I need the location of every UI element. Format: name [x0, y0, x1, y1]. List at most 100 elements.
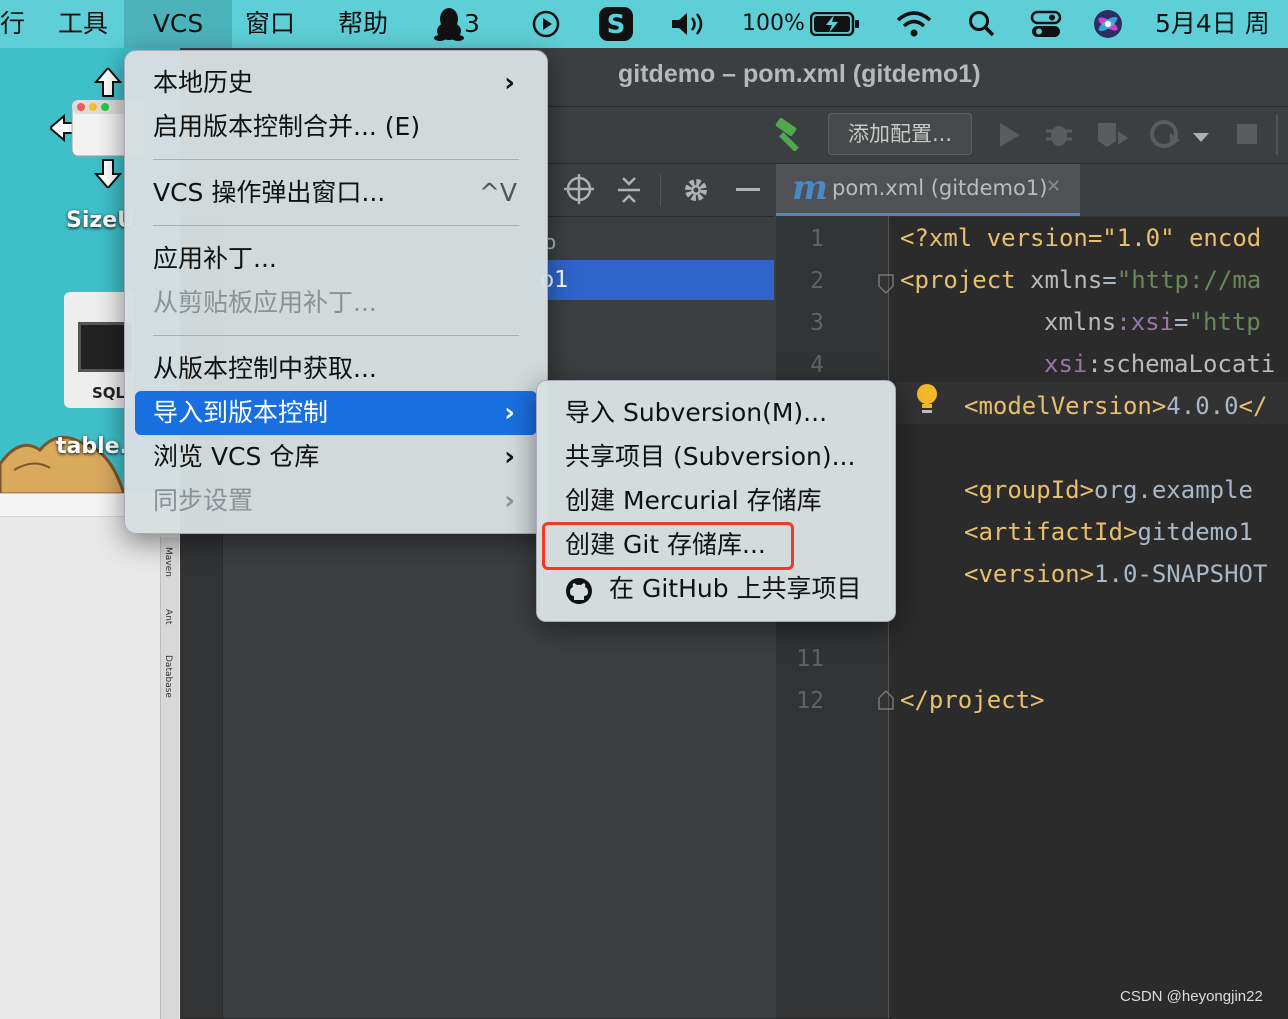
- code-value: gitdemo1: [1137, 518, 1253, 546]
- lightbulb-icon[interactable]: [914, 382, 940, 420]
- tool-tab-ant[interactable]: Ant: [163, 609, 173, 624]
- qq-badge-count: 3: [464, 9, 480, 38]
- menu-item-apply-patch-clipboard[interactable]: 从剪贴板应用补丁...: [135, 281, 537, 325]
- profile-icon[interactable]: [1150, 119, 1186, 153]
- run-icon[interactable]: [998, 121, 1022, 153]
- header-divider: [660, 174, 661, 206]
- code-line-7[interactable]: <groupId>org.example: [964, 476, 1253, 504]
- coverage-icon[interactable]: [1094, 119, 1130, 153]
- qq-icon[interactable]: [434, 7, 464, 47]
- menu-item-label: 导入到版本控制: [153, 398, 329, 427]
- menu-item-label: 同步设置: [153, 486, 254, 515]
- menu-item-import-into-vcs[interactable]: 导入到版本控制 ›: [135, 391, 537, 435]
- right-tool-strip: Maven Ant Database: [160, 537, 179, 1019]
- menu-item-local-history[interactable]: 本地历史 ›: [135, 61, 537, 105]
- code-line-1[interactable]: <?xml version="1.0" encod: [900, 224, 1261, 252]
- code-line-8[interactable]: <artifactId>gitdemo1: [964, 518, 1253, 546]
- menu-vcs[interactable]: VCS: [124, 0, 232, 48]
- chevron-down-icon[interactable]: [1192, 129, 1210, 148]
- code-value: org.example: [1094, 476, 1253, 504]
- menu-item-get-from-vcs[interactable]: 从版本控制中获取...: [135, 347, 537, 391]
- vcs-menu: 本地历史 › 启用版本控制合并... (E) VCS 操作弹出窗口... ^V …: [124, 50, 548, 534]
- import-into-vcs-submenu: 导入 Subversion(M)... 共享项目 (Subversion)...…: [536, 380, 896, 622]
- submenu-item-create-mercurial[interactable]: 创建 Mercurial 存储库: [547, 479, 885, 523]
- menu-separator: [153, 335, 519, 336]
- code-attr: :schemaLocati: [1087, 350, 1276, 378]
- sql-file-badge: SQL: [92, 384, 126, 402]
- code-tag: <artifactId>: [964, 518, 1138, 546]
- menu-item-sync-settings[interactable]: 同步设置 ›: [135, 479, 537, 523]
- chevron-right-icon: ›: [504, 442, 515, 472]
- line-number: 11: [796, 646, 824, 672]
- menu-item-label: 在 GitHub 上共享项目: [609, 574, 862, 603]
- menu-item-label: 共享项目 (Subversion)...: [565, 442, 856, 471]
- code-attr: xmlns: [1044, 308, 1117, 336]
- submenu-item-share-subversion[interactable]: 共享项目 (Subversion)...: [547, 435, 885, 479]
- menubar-datetime[interactable]: 5月4日 周四: [1155, 0, 1288, 86]
- tool-tab-database[interactable]: Database: [163, 655, 173, 698]
- add-configuration-button[interactable]: 添加配置...: [828, 113, 972, 155]
- s-app-icon[interactable]: S: [598, 6, 634, 48]
- code-namespace: :xsi: [1116, 308, 1175, 336]
- control-center-icon[interactable]: [1030, 8, 1062, 46]
- close-icon[interactable]: ✕: [1046, 176, 1061, 197]
- play-circle-icon[interactable]: [532, 10, 560, 44]
- menu-item-label: 创建 Mercurial 存储库: [565, 486, 822, 515]
- menu-item-enable-vcs-integration[interactable]: 启用版本控制合并... (E): [135, 105, 537, 149]
- menu-item-label: 导入 Subversion(M)...: [565, 398, 828, 427]
- submenu-item-share-github[interactable]: 在 GitHub 上共享项目: [547, 567, 885, 611]
- code-line-5[interactable]: <modelVersion>4.0.0</: [964, 392, 1267, 420]
- chevron-right-icon: ›: [504, 486, 515, 516]
- editor-tab-label: pom.xml (gitdemo1): [832, 176, 1048, 200]
- collapse-all-icon[interactable]: [616, 176, 642, 208]
- editor-tab-bar: m pom.xml (gitdemo1) ✕: [776, 164, 1288, 217]
- battery-charging-icon[interactable]: [809, 11, 860, 42]
- debug-icon[interactable]: [1044, 119, 1074, 153]
- search-icon[interactable]: [968, 10, 996, 44]
- menu-help[interactable]: 帮助: [338, 0, 388, 48]
- build-hammer-icon[interactable]: [772, 117, 808, 155]
- submenu-item-import-subversion[interactable]: 导入 Subversion(M)...: [547, 391, 885, 435]
- menu-window[interactable]: 窗口: [245, 0, 295, 48]
- gear-icon[interactable]: [682, 176, 710, 208]
- editor-tab-pom[interactable]: m pom.xml (gitdemo1) ✕: [776, 164, 1080, 216]
- code-tag: <modelVersion>: [964, 392, 1167, 420]
- code-string: "http://ma: [1116, 266, 1262, 294]
- line-number: 3: [810, 310, 824, 336]
- minimize-icon[interactable]: [736, 188, 760, 191]
- chevron-right-icon: ›: [504, 398, 515, 428]
- code-attr: xmlns: [1015, 266, 1103, 294]
- menu-item-browse-vcs-repo[interactable]: 浏览 VCS 仓库 ›: [135, 435, 537, 479]
- code-line-2[interactable]: <project xmlns="http://ma: [900, 266, 1261, 294]
- tool-tab-maven[interactable]: Maven: [163, 547, 173, 577]
- code-line-12[interactable]: </project>: [900, 686, 1045, 714]
- menu-bar: 行 工具 VCS 窗口 帮助 3 S 100% 5月4日 周四: [0, 0, 1288, 86]
- volume-icon[interactable]: [670, 10, 710, 44]
- menu-item-label: 从版本控制中获取...: [153, 354, 377, 383]
- fold-marker-icon[interactable]: [878, 274, 894, 298]
- menu-item-apply-patch[interactable]: 应用补丁...: [135, 237, 537, 281]
- wifi-icon[interactable]: [896, 10, 932, 44]
- code-eq: =: [1174, 308, 1189, 336]
- code-line-3[interactable]: xmlns:xsi="http: [1044, 308, 1261, 336]
- code-tag: <version>: [964, 560, 1095, 588]
- menu-item-shortcut: ^V: [478, 178, 517, 207]
- code-xml-decl: <?xml version="1.0" encod: [900, 224, 1262, 252]
- code-line-4[interactable]: xsi:schemaLocati: [1044, 350, 1275, 378]
- code-value: 1.0-SNAPSHOT: [1094, 560, 1268, 588]
- fold-marker-icon[interactable]: [878, 689, 894, 714]
- code-line-9[interactable]: <version>1.0-SNAPSHOT: [964, 560, 1267, 588]
- project-tree-selected-row[interactable]: o1: [540, 260, 774, 300]
- background-window: Maven Ant Database: [0, 493, 180, 1019]
- locate-crosshair-icon[interactable]: [564, 174, 594, 208]
- code-eq: =: [1102, 266, 1117, 294]
- siri-icon[interactable]: [1092, 8, 1124, 46]
- highlight-annotation-box: [542, 522, 794, 570]
- menu-run[interactable]: 行: [0, 0, 25, 48]
- menu-item-label: 从剪贴板应用补丁...: [153, 288, 377, 317]
- svg-text:S: S: [607, 10, 626, 40]
- stop-icon[interactable]: [1236, 123, 1258, 149]
- menu-item-vcs-popup[interactable]: VCS 操作弹出窗口... ^V: [135, 171, 537, 215]
- code-tag: <project: [900, 266, 1016, 294]
- menu-tools[interactable]: 工具: [58, 0, 108, 48]
